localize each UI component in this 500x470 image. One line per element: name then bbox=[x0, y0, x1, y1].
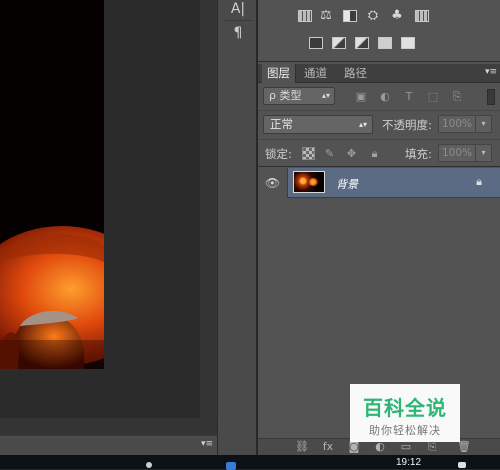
chevron-updown-icon: ▴▾ bbox=[358, 120, 367, 129]
add-mask-icon[interactable]: ◙ bbox=[346, 440, 362, 454]
panel-menu-icon[interactable]: ▾≡ bbox=[485, 67, 497, 77]
blend-mode-select[interactable]: 正常 ▴▾ bbox=[263, 115, 373, 134]
layer-row[interactable]: 👁︎ 背景 🔒︎ bbox=[258, 168, 500, 198]
notification-icon[interactable] bbox=[458, 462, 466, 468]
layer-thumbnail bbox=[293, 171, 325, 193]
new-layer-icon[interactable]: ⎘ bbox=[424, 440, 440, 454]
exposure-icon[interactable]: ⛭ bbox=[365, 9, 381, 23]
filter-toggle-switch[interactable] bbox=[487, 89, 495, 105]
paragraph-panel-icon[interactable]: ¶ bbox=[229, 24, 247, 42]
lock-position-icon[interactable]: ✥ bbox=[345, 147, 358, 160]
document-image[interactable] bbox=[0, 0, 104, 369]
opacity-label: 不透明度: bbox=[382, 118, 432, 132]
new-fill-layer-icon[interactable]: ◐ bbox=[372, 440, 388, 454]
document-status-bar: ▾≡ bbox=[0, 435, 217, 455]
layer-name[interactable]: 背景 bbox=[336, 176, 358, 192]
type-filter-icon[interactable]: T bbox=[403, 91, 415, 103]
blend-row: 正常 ▴▾ 不透明度: 100% ▾ bbox=[258, 110, 500, 138]
brightness-contrast-icon[interactable] bbox=[298, 10, 312, 22]
opacity-dropdown-icon[interactable]: ▾ bbox=[476, 115, 492, 133]
eye-icon[interactable]: 👁︎ bbox=[258, 168, 288, 198]
layer-filter-label: ρ 类型 bbox=[269, 89, 302, 102]
invert-icon[interactable] bbox=[378, 37, 392, 49]
watermark-subtitle: 助你轻松解决 bbox=[369, 424, 441, 437]
hue-saturation-icon[interactable] bbox=[415, 10, 429, 22]
document-canvas-area[interactable] bbox=[0, 0, 217, 435]
watermark-title: 百科全说 bbox=[363, 396, 447, 420]
trash-icon[interactable]: 🗑︎ bbox=[456, 440, 472, 454]
smart-object-filter-icon[interactable]: ⎘ bbox=[451, 91, 463, 103]
panel-tab-bar: 图层 通道 路径 ▾≡ bbox=[258, 64, 500, 83]
lock-brush-icon[interactable]: ✎ bbox=[323, 147, 336, 160]
levels-icon[interactable]: ⚖ bbox=[318, 9, 334, 23]
character-panel-icon[interactable]: A| bbox=[229, 0, 247, 18]
tab-paths[interactable]: 路径 bbox=[339, 64, 372, 83]
lock-transparent-icon[interactable] bbox=[302, 147, 315, 160]
curves-icon[interactable] bbox=[343, 10, 357, 22]
adjustments-panel: ⚖ ⛭ ♣ bbox=[258, 0, 500, 62]
fx-icon[interactable]: fx bbox=[320, 440, 336, 454]
status-menu-icon[interactable]: ▾≡ bbox=[201, 439, 213, 449]
threshold-icon[interactable] bbox=[401, 37, 415, 49]
dock-separator bbox=[224, 20, 252, 21]
panel-dock-column: A| ¶ bbox=[217, 0, 257, 455]
lock-row: 锁定: ✎ ✥ 🔒︎ 填充: 100% ▾ bbox=[258, 139, 500, 167]
opacity-input[interactable]: 100% bbox=[438, 115, 476, 133]
fill-input[interactable]: 100% bbox=[438, 144, 476, 162]
tray-icon[interactable] bbox=[146, 462, 152, 468]
fill-dropdown-icon[interactable]: ▾ bbox=[476, 144, 492, 162]
horizontal-scrollbar[interactable] bbox=[0, 418, 217, 435]
new-group-icon[interactable]: ▭ bbox=[398, 440, 414, 454]
shape-filter-icon[interactable]: ⬚ bbox=[427, 91, 439, 103]
lock-label: 锁定: bbox=[265, 147, 292, 161]
layer-lock-icon: 🔒︎ bbox=[476, 175, 482, 188]
layer-filter-row: ρ 类型 ▴▾ ▣ ◐ T ⬚ ⎘ bbox=[258, 84, 500, 110]
blend-mode-value: 正常 bbox=[270, 117, 293, 131]
layer-filter-select[interactable]: ρ 类型 ▴▾ bbox=[263, 87, 335, 105]
chevron-updown-icon: ▴▾ bbox=[321, 91, 330, 100]
tab-channels[interactable]: 通道 bbox=[299, 64, 332, 83]
gradient-map-icon[interactable] bbox=[332, 37, 346, 49]
vibrance-icon[interactable]: ♣ bbox=[389, 9, 405, 23]
taskbar-clock[interactable]: 19:12 bbox=[396, 457, 421, 468]
selective-color-icon[interactable] bbox=[355, 37, 369, 49]
adjustment-filter-icon[interactable]: ◐ bbox=[379, 91, 391, 103]
link-layers-icon[interactable]: ⛓ bbox=[294, 440, 310, 454]
pixel-filter-icon[interactable]: ▣ bbox=[355, 91, 367, 103]
lock-all-icon[interactable]: 🔒︎ bbox=[368, 147, 381, 160]
vertical-scrollbar[interactable] bbox=[200, 0, 217, 418]
photo-filter-icon[interactable] bbox=[309, 37, 323, 49]
fill-label: 填充: bbox=[405, 147, 432, 161]
lantern-photo bbox=[0, 226, 104, 369]
watermark-logo: 百科全说 助你轻松解决 bbox=[350, 384, 460, 442]
windows-taskbar: 19:12 bbox=[0, 455, 500, 470]
tab-layers[interactable]: 图层 bbox=[262, 64, 296, 83]
